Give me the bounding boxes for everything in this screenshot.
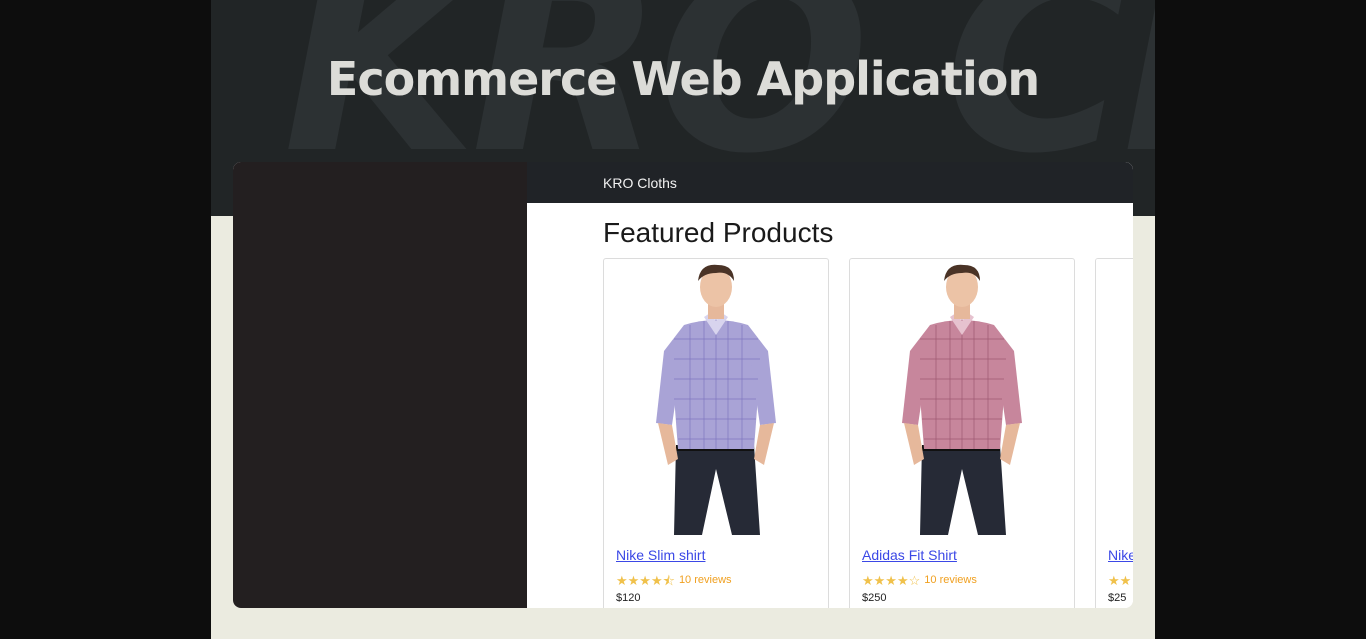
review-count: 10 reviews (924, 574, 977, 586)
product-image[interactable] (850, 259, 1074, 539)
product-rating: ★★★★⯪ 10 reviews (616, 573, 732, 587)
left-panel (233, 162, 527, 608)
product-price: $25 (1108, 592, 1127, 604)
product-name-link[interactable]: Adidas Fit Shirt (862, 547, 957, 563)
shop-page: KRO Cloths Featured Products Nike Slim s… (527, 162, 1133, 608)
product-price: $120 (616, 592, 641, 604)
model-figure (902, 264, 1022, 535)
product-name-link[interactable]: Nike Slim shirt (616, 547, 705, 563)
brand-link[interactable]: KRO Cloths (603, 175, 677, 191)
product-list: Nike Slim shirt ★★★★⯪ 10 reviews $120 Ad… (603, 258, 1133, 608)
review-count: 10 reviews (678, 574, 732, 586)
section-title: Featured Products (603, 217, 834, 248)
product-price: $250 (862, 592, 887, 604)
model-figure (656, 264, 776, 535)
product-rating: ★★★★☆ 10 reviews (862, 573, 977, 587)
product-name-link[interactable]: Nike (1108, 547, 1133, 563)
rating-stars-icon: ★★★★☆ (862, 572, 921, 588)
product-image[interactable] (1096, 259, 1133, 539)
product-card[interactable]: Adidas Fit Shirt ★★★★☆ 10 reviews $250 (849, 258, 1075, 608)
page-title: Ecommerce Web Application (326, 52, 1040, 106)
product-card[interactable]: Nike ★★ $25 (1095, 258, 1133, 608)
rating-stars-icon: ★★★★⯪ (616, 572, 675, 588)
presentation-slide: KRO CLO Ecommerce Web Application KRO Cl… (211, 0, 1155, 639)
app-window: KRO Cloths Featured Products Nike Slim s… (233, 162, 1133, 608)
navbar: KRO Cloths (527, 162, 1133, 203)
rating-stars-icon: ★★ (1108, 572, 1132, 588)
product-rating: ★★ (1108, 573, 1131, 587)
product-image[interactable] (604, 259, 828, 539)
product-card[interactable]: Nike Slim shirt ★★★★⯪ 10 reviews $120 (603, 258, 829, 608)
